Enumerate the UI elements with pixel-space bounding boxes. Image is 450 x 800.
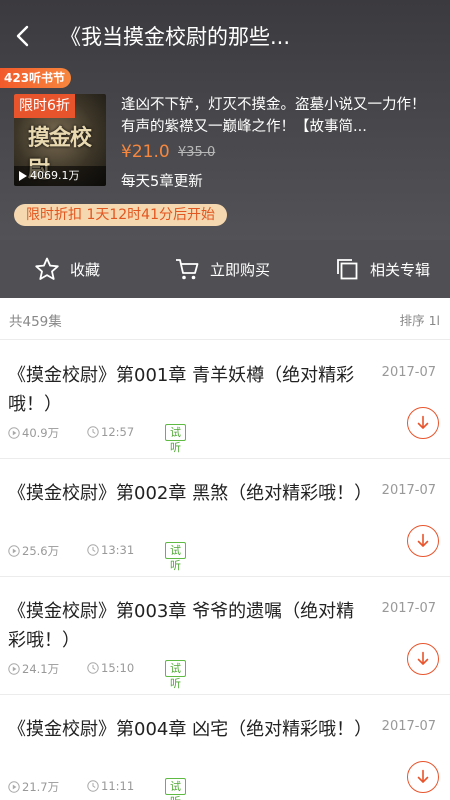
copy-icon [337,259,358,280]
play-circle-icon [8,545,20,557]
action-bar: 收藏 立即购买 相关专辑 [0,240,450,298]
star-outline-icon [35,257,59,280]
discount-countdown: 限时折扣 1天12时41分后开始 [14,204,227,226]
album-cover[interactable]: 限时6折 摸金校尉 4069.1万 [14,94,106,186]
trial-badge: 试听 [165,778,186,800]
episode-duration: 13:31 [87,543,134,557]
download-button[interactable] [407,761,439,793]
collect-button[interactable]: 收藏 [34,240,100,298]
promo-festival-tag: 423听书节 [0,68,72,88]
episode-date: 2017-07 [381,719,436,734]
episode-count-row: 共459集 排序 1l [0,298,450,340]
episode-title: 《摸金校尉》第004章 凶宅（绝对精彩哦！） [8,719,373,740]
episode-plays-value: 25.6万 [22,544,60,558]
episode-title: 《摸金校尉》第003章 爷爷的遗嘱（绝对精彩哦！） [8,601,355,651]
episode-plays-value: 21.7万 [22,780,60,794]
update-schedule: 每天5章更新 [121,174,203,190]
episode-title: 《摸金校尉》第001章 青羊妖樽（绝对精彩哦！） [8,365,355,415]
play-circle-icon [8,427,20,439]
buy-now-button[interactable]: 立即购买 [174,240,270,298]
sort-button[interactable]: 排序 1l [400,310,440,329]
back-button[interactable] [10,22,38,50]
download-arrow-icon [417,769,429,783]
episode-duration-value: 11:11 [101,779,135,793]
episode-date: 2017-07 [381,365,436,380]
episode-duration-value: 13:31 [101,543,135,557]
download-arrow-icon [417,533,429,547]
download-arrow-icon [417,651,429,665]
cover-play-count: 4069.1万 [14,166,106,186]
cover-discount-badge: 限时6折 [14,94,75,118]
episode-duration: 11:11 [87,779,134,793]
clock-icon [87,544,99,556]
episode-item[interactable]: 《摸金校尉》第001章 青羊妖樽（绝对精彩哦！） 2017-07 40.9万 1… [0,341,450,459]
download-button[interactable] [407,525,439,557]
episode-plays: 21.7万 [8,779,59,795]
album-header: 《我当摸金校尉的那些... 423听书节 限时6折 摸金校尉 4069.1万 逢… [0,0,450,240]
episode-duration: 15:10 [87,661,134,675]
episode-item[interactable]: 《摸金校尉》第002章 黑煞（绝对精彩哦！） 2017-07 25.6万 13:… [0,459,450,577]
cart-icon [176,259,199,280]
chevron-left-icon [16,25,29,47]
clock-icon [87,662,99,674]
episode-plays: 40.9万 [8,425,59,441]
trial-badge: 试听 [165,660,186,690]
episode-item[interactable]: 《摸金校尉》第003章 爷爷的遗嘱（绝对精彩哦！） 2017-07 24.1万 … [0,577,450,695]
current-price: ¥21.0 [121,142,170,162]
trial-badge: 试听 [165,424,186,454]
episode-plays-value: 40.9万 [22,426,60,440]
episode-item[interactable]: 《摸金校尉》第004章 凶宅（绝对精彩哦！） 2017-07 21.7万 11:… [0,695,450,800]
album-title: 《我当摸金校尉的那些... [60,25,291,49]
buy-now-label: 立即购买 [210,260,271,279]
play-circle-icon [8,663,20,675]
clock-icon [87,426,99,438]
cover-play-count-value: 4069.1万 [30,169,80,182]
episode-title: 《摸金校尉》第002章 黑煞（绝对精彩哦！） [8,483,373,504]
trial-badge: 试听 [165,542,186,572]
episode-plays: 25.6万 [8,543,59,559]
episode-duration-value: 15:10 [101,661,135,675]
original-price: ¥35.0 [178,145,216,160]
download-button[interactable] [407,407,439,439]
collect-label: 收藏 [70,260,101,279]
download-button[interactable] [407,643,439,675]
episode-count: 共459集 [9,314,62,330]
episode-plays: 24.1万 [8,661,59,677]
play-circle-icon [8,781,20,793]
related-albums-label: 相关专辑 [370,260,431,279]
album-description[interactable]: 逢凶不下铲，灯灭不摸金。盗墓小说又一力作！有声的紫襟又一巅峰之作！【故事简... [121,94,431,138]
episode-plays-value: 24.1万 [22,662,60,676]
episode-duration-value: 12:57 [101,425,135,439]
clock-icon [87,780,99,792]
download-arrow-icon [417,415,429,429]
episode-date: 2017-07 [381,483,436,498]
episode-duration: 12:57 [87,425,134,439]
related-albums-button[interactable]: 相关专辑 [334,240,430,298]
episode-date: 2017-07 [381,601,436,616]
play-icon [19,171,27,181]
